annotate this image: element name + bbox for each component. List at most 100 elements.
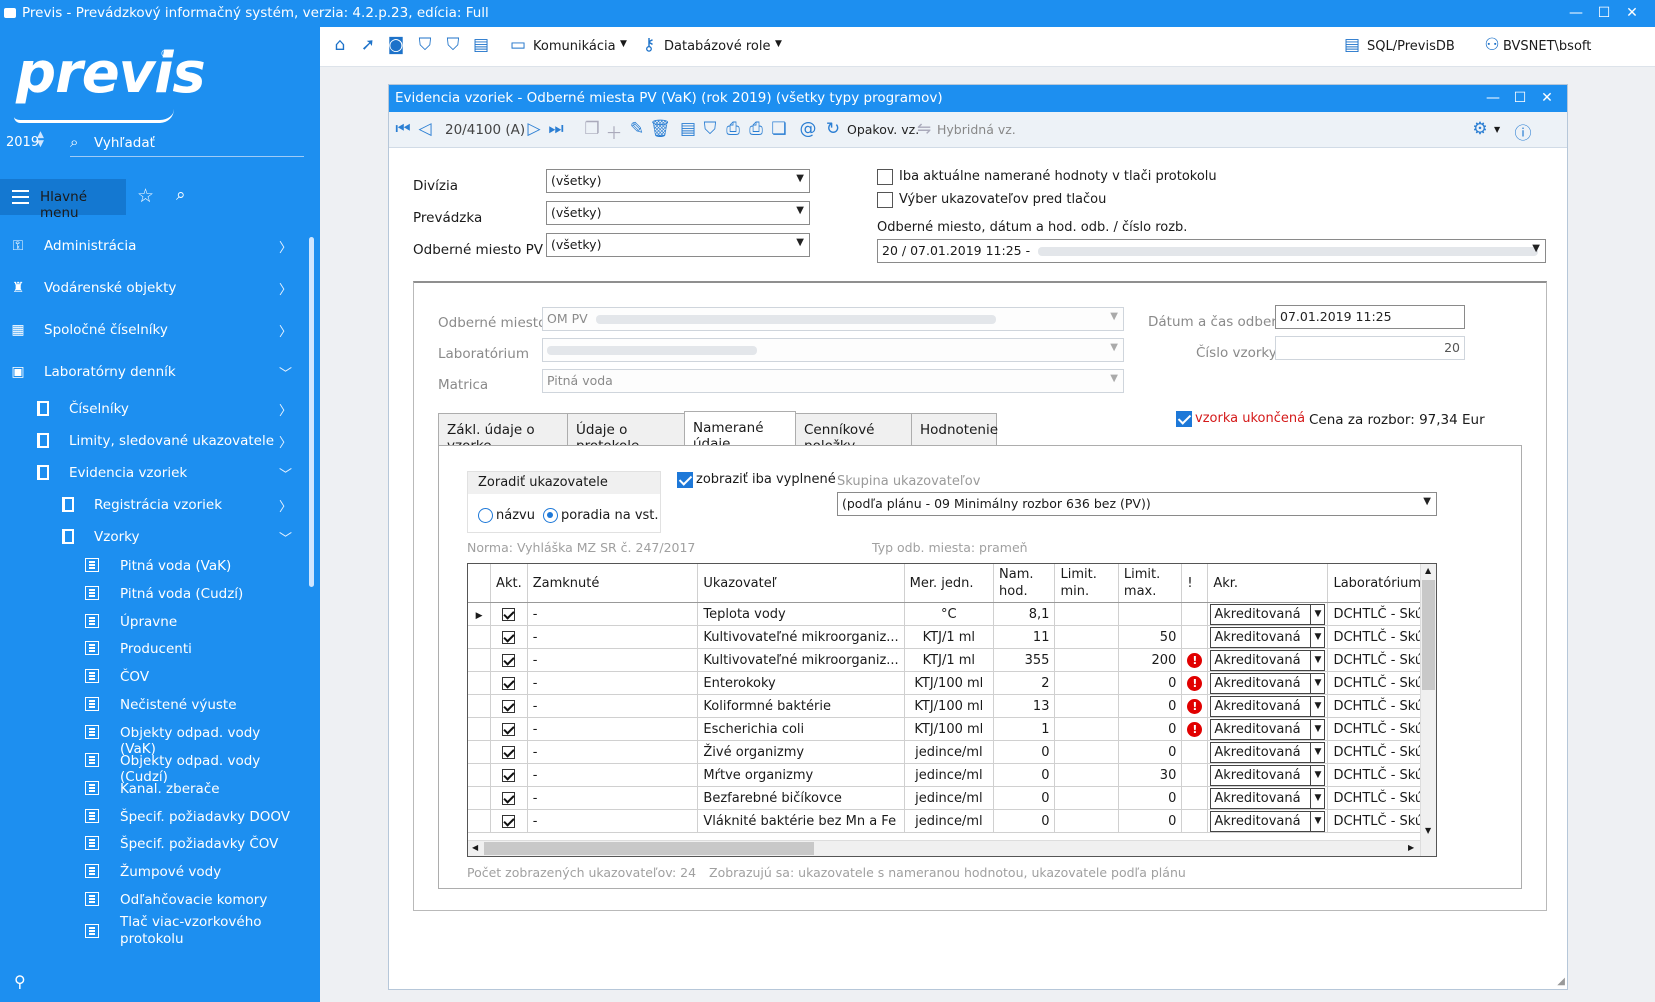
table-row[interactable]: - Živé organizmy jedince/ml 0 0 Akreditovaná ▼… [468,740,1436,764]
actual-values-checkbox[interactable] [877,169,893,185]
indicator-cell[interactable]: Enterokoky [697,671,905,695]
sidebar-item-cov[interactable]: ČOV [0,663,300,693]
sidebar-item-objekty-odpad-vak[interactable]: Objekty odpad. vody (VaK) [0,719,300,757]
sidebar-item-spolocne-ciselniky[interactable]: ▦ Spoločné číselníky 〉 [0,316,300,346]
col-header-limit-min[interactable]: Limit. min. [1054,564,1119,603]
table-row[interactable]: - Enterokoky KTJ/100 ml 2 0! Akreditovaná ▼ DCH… [468,671,1436,695]
favorites-star-icon[interactable]: ☆ [137,185,154,207]
sidebar-search-input[interactable]: Vyhľadať [94,135,155,151]
tab-measured-data[interactable]: Namerané údaje [684,411,796,452]
indicator-cell[interactable]: Živé organizmy [697,740,905,764]
tab-basic-info[interactable]: Zákl. údaje o vzorke [438,413,568,454]
value-cell[interactable]: 0 [993,740,1056,764]
row-selector[interactable] [468,763,492,787]
row-selector[interactable] [468,671,492,695]
tab-evaluation[interactable]: Hodnotenie [911,413,998,447]
indicator-cell[interactable]: Kultivovateľné mikroorganiz... [697,625,905,649]
accreditation-combo[interactable]: Akreditovaná ▼ [1210,718,1326,740]
value-cell[interactable]: 0 [993,809,1056,833]
tab-protocol[interactable]: Údaje o protokole [567,413,685,454]
delete-icon[interactable]: 🗑 [649,119,671,139]
sidebar-item-limity[interactable]: Limity, sledované ukazovatele 〉 [0,427,300,457]
active-checkbox[interactable] [490,740,528,764]
accreditation-cell[interactable]: Akreditovaná ▼ [1207,625,1329,649]
indicator-cell[interactable]: Bezfarebné bičíkovce [697,786,905,810]
repeat-sample-button[interactable]: Opakov. vz. [847,122,919,137]
user-name[interactable]: BVSNET\bsoft [1503,39,1591,54]
col-header-indicator[interactable]: Ukazovateľ [697,564,905,603]
sidebar-item-pitna-voda-cudzi[interactable]: Pitná voda (Cudzí) [0,580,300,610]
table-row[interactable]: - Kultivovateľné mikroorganiz... KTJ/1 ml 1… [468,625,1436,649]
sidebar-item-laboratorny-dennik[interactable]: ▣ Laboratórny denník ﹀ [0,358,300,388]
scroll-up-icon[interactable]: ▲ [1425,566,1431,575]
sidebar-item-specif-doov[interactable]: Špecif. požiadavky DOOV [0,803,300,833]
indicator-cell[interactable]: Vláknité baktérie bez Mn a Fe [697,809,905,833]
value-cell[interactable]: 13 [993,694,1056,718]
active-checkbox[interactable] [490,809,528,833]
table-row[interactable]: - Mŕtve organizmy jedince/ml 0 30 Akreditovan… [468,763,1436,787]
row-selector[interactable] [468,717,492,741]
resize-grip-icon[interactable]: ◢ [1557,976,1565,987]
accreditation-combo[interactable]: Akreditovaná ▼ [1210,603,1326,625]
sample-finished-checkbox[interactable] [1176,411,1192,427]
communication-menu[interactable]: Komunikácia [533,39,616,54]
table-row[interactable]: - Escherichia coli KTJ/100 ml 1 0! Akreditova… [468,717,1436,741]
inner-minimize-button[interactable]: — [1483,88,1503,108]
db-roles-dropdown-icon[interactable]: ▼ [775,39,782,49]
home-icon[interactable]: ⌂ [329,35,351,55]
table-row[interactable]: - Vláknité baktérie bez Mn a Fe jedince/ml… [468,809,1436,833]
value-cell[interactable]: 8,1 [993,602,1056,626]
select-indicators-checkbox[interactable] [877,192,893,208]
print-multi-icon[interactable]: ⎙ [745,119,767,139]
last-record-icon[interactable]: ⏭ [545,119,567,139]
table-row[interactable]: ▶ - Teplota vody °C 8,1 Akreditovaná ▼ DCHTLČ -… [468,602,1436,626]
sidebar-item-administracia[interactable]: ⚿ Administrácia 〉 [0,232,300,262]
inner-close-button[interactable]: ✕ [1537,88,1557,108]
active-checkbox[interactable] [490,602,528,626]
row-selector[interactable]: ▶ [468,602,492,626]
tab-price-items[interactable]: Cenníkové položky [795,413,912,454]
next-record-icon[interactable]: ▷ [523,119,545,139]
sample-select-combo[interactable]: 20 / 07.01.2019 11:25 - ▼ [877,239,1546,263]
value-cell[interactable]: 11 [993,625,1056,649]
email-icon[interactable]: @ [797,119,819,139]
accreditation-cell[interactable]: Akreditovaná ▼ [1207,809,1329,833]
menu-search-icon[interactable]: ⌕ [176,185,186,205]
active-checkbox[interactable] [490,671,528,695]
scroll-right-icon[interactable]: ▶ [1408,843,1414,852]
om-combo[interactable]: OM PV ▼ [542,307,1124,331]
sort-by-name-radio[interactable] [478,508,493,523]
help-icon[interactable]: ⓘ [1512,119,1534,144]
value-cell[interactable]: 0 [993,786,1056,810]
accreditation-combo[interactable]: Akreditovaná ▼ [1210,695,1326,717]
indicator-cell[interactable]: Mŕtve organizmy [697,763,905,787]
value-cell[interactable]: 355 [993,648,1056,672]
sidebar-item-pitna-voda-vak[interactable]: Pitná voda (VaK) [0,552,300,582]
indicator-cell[interactable]: Escherichia coli [697,717,905,741]
pin-icon[interactable]: ⚲ [14,972,26,991]
vertical-scroll-thumb[interactable] [1422,580,1435,690]
accreditation-cell[interactable]: Akreditovaná ▼ [1207,740,1329,764]
accreditation-cell[interactable]: Akreditovaná ▼ [1207,671,1329,695]
grid-horizontal-scrollbar[interactable]: ◀ ▶ [468,840,1420,856]
indicator-cell[interactable]: Teplota vody [697,602,905,626]
accreditation-cell[interactable]: Akreditovaná ▼ [1207,602,1329,626]
sidebar-item-tlac-protokolu[interactable]: Tlač viac-vzorkového protokolu [0,914,300,954]
sidebar-search[interactable]: ⌕ Vyhľadať [70,133,304,157]
accreditation-combo[interactable]: Akreditovaná ▼ [1210,741,1326,763]
col-header-locked[interactable]: Zamknuté [527,564,699,603]
operation-combo[interactable]: (všetky) ▼ [546,201,810,225]
active-checkbox[interactable] [490,763,528,787]
active-checkbox[interactable] [490,625,528,649]
value-cell[interactable]: 1 [993,717,1056,741]
scroll-down-icon[interactable]: ▼ [1425,826,1431,835]
accreditation-cell[interactable]: Akreditovaná ▼ [1207,648,1329,672]
sidebar-item-evidencia-vzoriek[interactable]: Evidencia vzoriek ﹀ [0,459,300,489]
main-menu-button[interactable]: Hlavné menu [0,179,126,221]
horizontal-scroll-thumb[interactable] [484,842,814,855]
sort-by-order-radio[interactable] [543,508,558,523]
year-spinner-icon[interactable]: ▲ ▼ [37,131,44,149]
accreditation-combo[interactable]: Akreditovaná ▼ [1210,810,1326,832]
filter-clear-icon[interactable]: ⛉ [442,35,464,55]
sidebar-item-upravne[interactable]: Úpravne [0,608,300,638]
